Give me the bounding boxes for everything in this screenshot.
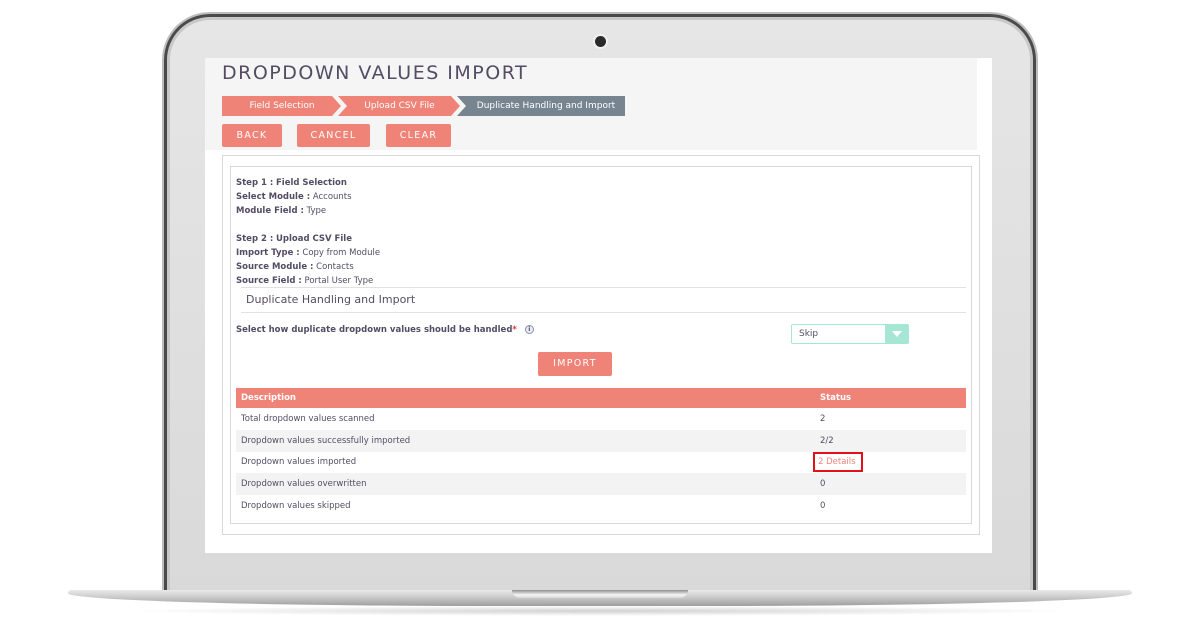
row-status: 2/2 — [820, 429, 966, 452]
row-description: Dropdown values imported — [241, 457, 357, 468]
summary-row: Source Field : Portal User Type — [236, 274, 380, 288]
select-value: Skip — [799, 329, 819, 339]
dropdown-import-page: DROPDOWN VALUES IMPORT Field Selection U… — [205, 58, 992, 553]
summary-key: Import Type : — [236, 248, 300, 258]
step1-summary: Step 1 : Field Selection Select Module :… — [236, 176, 380, 218]
wizard-step-label: Upload CSV File — [364, 101, 435, 111]
row-description: Total dropdown values scanned — [241, 413, 375, 424]
summary-row: Module Field : Type — [236, 204, 380, 218]
laptop-shadow — [120, 606, 1080, 616]
summary-value: Accounts — [312, 192, 352, 202]
camera-icon — [595, 36, 606, 47]
info-icon[interactable]: i — [524, 325, 534, 334]
step2-summary: Step 2 : Upload CSV File Import Type : C… — [236, 232, 380, 288]
wizard-step-field-selection[interactable]: Field Selection — [222, 96, 341, 116]
column-header-status: Status — [820, 388, 966, 408]
cancel-button[interactable]: CANCEL — [297, 124, 370, 147]
row-status: 0 — [820, 501, 826, 512]
summary-key: Module Field : — [236, 206, 304, 216]
summary-key: Select Module : — [236, 192, 311, 202]
summary-value: Copy from Module — [302, 248, 381, 258]
summary-key: Source Field : — [236, 276, 302, 286]
wizard-step-upload-csv[interactable]: Upload CSV File — [338, 96, 460, 116]
laptop-screen: DROPDOWN VALUES IMPORT Field Selection U… — [205, 58, 992, 553]
summary-key: Source Module : — [236, 262, 314, 272]
summary-value: Portal User Type — [304, 276, 374, 286]
required-marker: * — [512, 325, 517, 335]
summary-key: Step 2 : — [236, 234, 274, 244]
import-button[interactable]: IMPORT — [538, 352, 612, 376]
row-description: Dropdown values successfully imported — [236, 429, 820, 452]
field-label: Select how duplicate dropdown values sho… — [236, 325, 513, 335]
summary-value: Type — [306, 206, 327, 216]
import-panel: Step 1 : Field Selection Select Module :… — [230, 166, 972, 524]
table-row: Dropdown values successfully imported 2/… — [236, 429, 966, 452]
wizard-step-label: Duplicate Handling and Import — [476, 101, 616, 111]
table-row: Dropdown values skipped 0 — [236, 495, 966, 517]
summary-value: Contacts — [316, 262, 354, 272]
details-link[interactable]: 2 Details — [813, 452, 863, 473]
action-buttons: BACK CANCEL CLEAR — [222, 124, 451, 147]
page-title: DROPDOWN VALUES IMPORT — [222, 62, 529, 84]
back-button[interactable]: BACK — [222, 124, 282, 147]
clear-button[interactable]: CLEAR — [386, 124, 451, 147]
summary-key: Step 1 : — [236, 178, 274, 188]
summary-heading: Step 1 : Field Selection — [236, 176, 380, 190]
import-summary: Step 1 : Field Selection Select Module :… — [236, 176, 380, 288]
table-header-row: Description Status — [236, 388, 966, 408]
duplicate-handling-select[interactable]: Skip — [791, 324, 909, 344]
summary-value: Upload CSV File — [275, 234, 352, 244]
summary-value: Field Selection — [275, 178, 347, 188]
wizard-step-duplicate-handling[interactable]: Duplicate Handling and Import — [457, 96, 625, 116]
summary-heading: Step 2 : Upload CSV File — [236, 232, 380, 246]
wizard-steps: Field Selection Upload CSV File Duplicat… — [222, 96, 625, 116]
results-table: Description Status Total dropdown values… — [236, 388, 966, 517]
section-title: Duplicate Handling and Import — [241, 287, 966, 313]
row-status: 0 — [820, 473, 966, 496]
page-header: DROPDOWN VALUES IMPORT Field Selection U… — [205, 58, 977, 150]
table-row: Dropdown values imported 2 Details — [236, 452, 966, 474]
content-panel: Step 1 : Field Selection Select Module :… — [222, 155, 980, 535]
chevron-down-icon[interactable] — [885, 325, 908, 343]
row-status: 2 — [820, 413, 826, 424]
laptop-notch — [512, 590, 688, 598]
summary-row: Import Type : Copy from Module — [236, 246, 380, 260]
summary-row: Select Module : Accounts — [236, 190, 380, 204]
row-description: Dropdown values overwritten — [236, 473, 820, 496]
table-row: Dropdown values overwritten 0 — [236, 473, 966, 496]
column-header-description: Description — [236, 388, 820, 408]
wizard-step-label: Field Selection — [249, 101, 315, 111]
row-description: Dropdown values skipped — [241, 501, 351, 512]
summary-row: Source Module : Contacts — [236, 260, 380, 274]
duplicate-handling-label: Select how duplicate dropdown values sho… — [236, 325, 534, 335]
table-row: Total dropdown values scanned 2 — [236, 408, 966, 430]
row-status: 2 Details — [813, 452, 966, 474]
